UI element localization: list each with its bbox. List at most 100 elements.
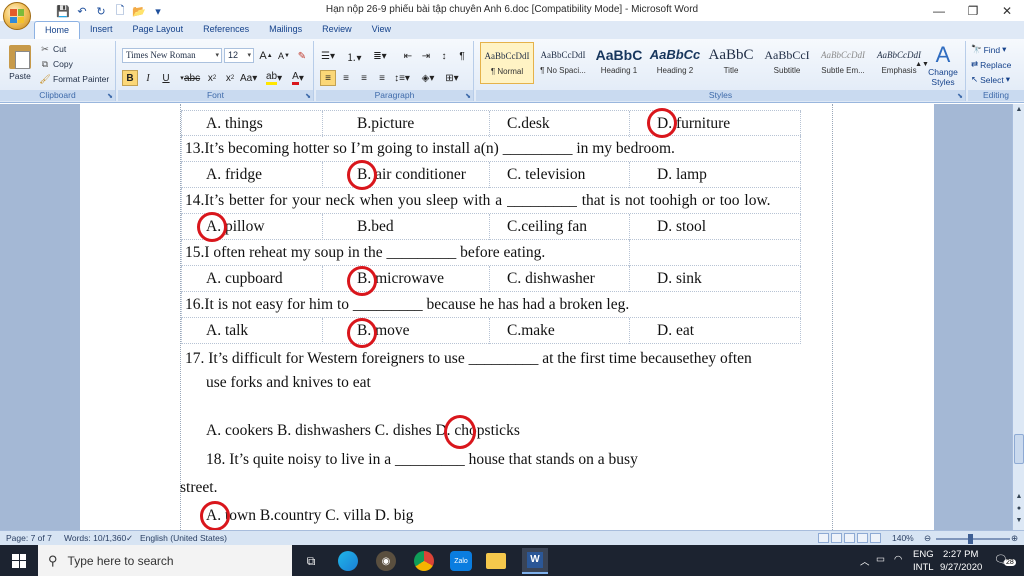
wifi-icon[interactable]: ◠: [894, 554, 902, 565]
outline-view-icon[interactable]: [857, 533, 868, 543]
select-button[interactable]: ↖ Select ▾: [971, 74, 1010, 85]
decrease-indent-icon[interactable]: ⇤: [400, 48, 416, 64]
media-player-icon[interactable]: ◉: [376, 551, 396, 571]
scroll-up-icon[interactable]: ▲: [1014, 492, 1024, 502]
start-button[interactable]: [0, 545, 38, 576]
line-spacing-icon[interactable]: ↕≡▾: [394, 70, 410, 86]
word-taskbar-icon[interactable]: W: [522, 548, 548, 574]
file-explorer-icon[interactable]: [486, 553, 506, 569]
find-button[interactable]: 🔭 Find ▾: [971, 44, 1006, 55]
maximize-button[interactable]: ❐: [956, 0, 990, 21]
strikethrough-button[interactable]: abc: [184, 70, 200, 86]
scroll-up-icon[interactable]: ▲: [1014, 105, 1024, 115]
zoom-out-icon[interactable]: ⊖: [924, 533, 931, 544]
font-group-label: Font: [118, 90, 313, 101]
zalo-icon[interactable]: Zalo: [450, 551, 472, 571]
style-title[interactable]: AaBbC Title: [704, 42, 758, 84]
change-styles-label: Change Styles: [928, 67, 958, 87]
change-styles-button[interactable]: A Change Styles: [924, 43, 962, 88]
battery-icon[interactable]: ▭: [876, 554, 885, 565]
vertical-scrollbar[interactable]: ▲ ▲ ● ▼: [1012, 104, 1024, 530]
replace-button[interactable]: ⇄ Replace: [971, 59, 1011, 70]
language-indicator[interactable]: English (United States): [140, 533, 227, 543]
font-color-icon[interactable]: A ▾: [290, 70, 306, 86]
document-page[interactable]: A. things B.picture C.desk D. furniture …: [80, 104, 934, 530]
clock-date[interactable]: 9/27/2020: [940, 562, 982, 573]
zoom-level[interactable]: 140%: [892, 533, 914, 543]
justify-icon[interactable]: ≡: [374, 70, 390, 86]
clock-time[interactable]: 2:27 PM: [943, 549, 978, 560]
align-left-icon[interactable]: ≡: [320, 70, 336, 86]
increase-indent-icon[interactable]: ⇥: [418, 48, 434, 64]
style-subtle-emphasis[interactable]: AaBbCcDdI Subtle Em...: [816, 42, 870, 84]
office-button[interactable]: [3, 2, 31, 30]
edge-icon[interactable]: [338, 551, 358, 571]
language-top[interactable]: ENG: [913, 549, 934, 560]
shading-icon[interactable]: ◈▾: [420, 70, 436, 86]
styles-dialog-launcher-icon[interactable]: ⬊: [957, 92, 963, 100]
highlight-icon[interactable]: ab ▾: [266, 70, 282, 86]
show-hide-marks-icon[interactable]: ¶: [454, 48, 470, 64]
word-count[interactable]: Words: 10/1,360: [64, 533, 126, 543]
paste-button[interactable]: Paste: [4, 43, 36, 87]
zoom-slider-thumb[interactable]: [968, 534, 973, 544]
shrink-font-button[interactable]: A ▼: [276, 48, 292, 64]
font-size-select[interactable]: 12 ▾: [224, 48, 254, 63]
style-subtitle[interactable]: AaBbCcI Subtitle: [760, 42, 814, 84]
tab-review[interactable]: Review: [312, 21, 362, 39]
sort-icon[interactable]: ↕: [436, 48, 452, 64]
web-layout-view-icon[interactable]: [844, 533, 855, 543]
style-no-spacing[interactable]: AaBbCcDdI ¶ No Spaci...: [536, 42, 590, 84]
full-screen-view-icon[interactable]: [831, 533, 842, 543]
page-indicator[interactable]: Page: 7 of 7: [6, 533, 52, 543]
multilevel-list-icon[interactable]: ≣▾: [372, 48, 388, 64]
tab-view[interactable]: View: [362, 21, 401, 39]
tab-insert[interactable]: Insert: [80, 21, 123, 39]
zoom-slider-track[interactable]: [936, 538, 1010, 540]
chevron-up-icon[interactable]: ︿: [860, 554, 870, 568]
draft-view-icon[interactable]: [870, 533, 881, 543]
style-heading-2[interactable]: AaBbCc Heading 2: [648, 42, 702, 84]
font-name-select[interactable]: Times New Roman ▾: [122, 48, 222, 63]
borders-icon[interactable]: ⊞▾: [444, 70, 460, 86]
tab-home[interactable]: Home: [34, 21, 81, 39]
align-right-icon[interactable]: ≡: [356, 70, 372, 86]
tab-mailings[interactable]: Mailings: [259, 21, 312, 39]
style-label: Title: [723, 66, 739, 75]
italic-button[interactable]: I: [140, 70, 156, 86]
scroll-down-icon[interactable]: ▼: [1014, 516, 1024, 526]
change-case-button[interactable]: Aa▾: [240, 70, 257, 86]
copy-button[interactable]: ⧉ Copy: [40, 59, 73, 70]
style-label: Subtle Em...: [821, 66, 865, 75]
style-preview: AaBbC: [595, 47, 643, 63]
print-layout-view-icon[interactable]: [818, 533, 829, 543]
chrome-icon[interactable]: [414, 551, 434, 571]
style-normal[interactable]: AaBbCcDdI ¶ Normal: [480, 42, 534, 84]
align-center-icon[interactable]: ≡: [338, 70, 354, 86]
grow-font-button[interactable]: A ▲: [258, 48, 274, 64]
cut-button[interactable]: ✂ Cut: [40, 44, 66, 55]
task-view-icon[interactable]: ⧉: [300, 550, 322, 572]
bold-button[interactable]: B: [122, 70, 138, 86]
subscript-button[interactable]: x2: [204, 70, 220, 86]
paragraph-dialog-launcher-icon[interactable]: ⬊: [465, 92, 471, 100]
zoom-in-icon[interactable]: ⊕: [1011, 533, 1018, 544]
select-browse-object-icon[interactable]: ●: [1014, 504, 1024, 514]
clipboard-dialog-launcher-icon[interactable]: ⬊: [107, 92, 113, 100]
close-button[interactable]: ✕: [990, 0, 1024, 21]
superscript-button[interactable]: x2: [222, 70, 238, 86]
underline-button[interactable]: U: [158, 70, 174, 86]
scrollbar-thumb[interactable]: [1014, 434, 1024, 464]
proofing-icon[interactable]: ✓: [126, 533, 133, 544]
tab-references[interactable]: References: [193, 21, 259, 39]
numbering-icon[interactable]: ⒈▾: [346, 48, 362, 64]
clear-formatting-icon[interactable]: ✎: [294, 48, 310, 64]
format-painter-button[interactable]: 🖌 Format Painter: [39, 74, 109, 85]
font-dialog-launcher-icon[interactable]: ⬊: [305, 92, 311, 100]
tab-page-layout[interactable]: Page Layout: [123, 21, 194, 39]
language-bottom[interactable]: INTL: [913, 562, 934, 573]
style-heading-1[interactable]: AaBbC Heading 1: [592, 42, 646, 84]
minimize-button[interactable]: —: [922, 0, 956, 21]
bullets-icon[interactable]: ☰▾: [320, 48, 336, 64]
taskbar-search[interactable]: ⚲ Type here to search: [38, 545, 292, 576]
